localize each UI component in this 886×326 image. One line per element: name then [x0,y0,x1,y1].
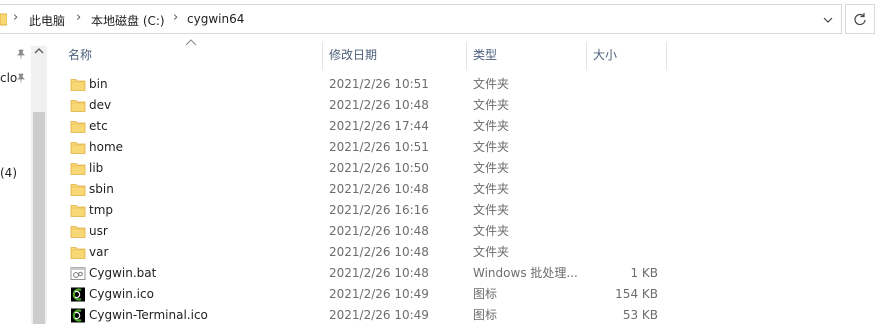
file-row[interactable]: sbin 2021/2/26 10:48 文件夹 [62,179,682,200]
breadcrumb-separator: › [13,10,19,25]
file-type: 文件夹 [473,224,510,238]
file-row[interactable]: lib 2021/2/26 10:50 文件夹 [62,158,682,179]
folder-icon [70,121,86,133]
file-size [588,179,658,200]
file-size: 53 KB [622,308,658,322]
column-header-type[interactable]: 类型 [467,42,585,68]
file-date-modified: 2021/2/26 16:16 [329,203,429,217]
file-name: usr [89,224,108,238]
cygwin-icon [71,287,85,302]
file-type: 文件夹 [473,98,510,112]
file-date-modified: 2021/2/26 10:51 [329,77,429,91]
address-bar[interactable]: › 此电脑 › 本地磁盘 (C:) › cygwin64 [0,4,842,34]
folder-icon [70,100,86,112]
file-size [588,158,658,179]
file-date-modified: 2021/2/26 10:48 [329,266,429,280]
file-row[interactable]: tmp 2021/2/26 16:16 文件夹 [62,200,682,221]
file-name: bin [89,77,108,91]
nav-scrollbar-thumb[interactable] [33,112,45,324]
breadcrumb-separator[interactable]: › [76,10,81,25]
batch-file-icon [70,267,86,280]
file-size [588,200,658,221]
chevron-down-icon[interactable] [820,11,836,29]
nav-item-fragment[interactable]: (4) [0,166,17,180]
file-name: var [89,245,109,259]
folder-icon [70,184,86,196]
folder-icon [70,163,86,175]
file-size [588,116,658,137]
folder-icon [70,205,86,217]
pin-icon[interactable] [16,73,26,83]
file-type: Windows 批处理... [473,266,578,280]
file-name: dev [89,98,112,112]
scroll-up-arrow-icon[interactable] [31,44,47,58]
file-list: bin 2021/2/26 10:51 文件夹 dev 2021/2/26 10:48… [62,74,682,326]
file-row[interactable]: bin 2021/2/26 10:51 文件夹 [62,74,682,95]
nav-item-fragment[interactable]: clo [0,71,17,85]
file-row[interactable]: home 2021/2/26 10:51 文件夹 [62,137,682,158]
file-name: etc [89,119,108,133]
folder-icon [70,142,86,154]
file-row[interactable]: var 2021/2/26 10:48 文件夹 [62,242,682,263]
file-date-modified: 2021/2/26 10:51 [329,140,429,154]
refresh-icon [854,13,866,26]
file-date-modified: 2021/2/26 10:48 [329,224,429,238]
pin-icon[interactable] [16,49,26,59]
file-row[interactable]: Cygwin.bat 2021/2/26 10:48 Windows 批处理... 1… [62,263,682,284]
folder-icon [70,247,86,259]
breadcrumb-item-local-disk[interactable]: 本地磁盘 (C:) [91,12,165,29]
file-size [588,137,658,158]
file-name: Cygwin.ico [89,287,154,301]
file-row[interactable]: etc 2021/2/26 17:44 文件夹 [62,116,682,137]
file-name: home [89,140,124,154]
file-date-modified: 2021/2/26 10:49 [329,287,429,301]
file-type: 图标 [473,287,498,301]
file-row[interactable]: Cygwin.ico 2021/2/26 10:49 图标 154 KB [62,284,682,305]
column-divider[interactable] [666,42,667,70]
file-date-modified: 2021/2/26 17:44 [329,119,429,133]
file-name: Cygwin.bat [89,266,157,280]
file-size [588,74,658,95]
file-size: 1 KB [630,266,658,280]
file-date-modified: 2021/2/26 10:49 [329,308,429,322]
file-date-modified: 2021/2/26 10:48 [329,98,429,112]
file-type: 文件夹 [473,161,510,175]
file-name: Cygwin-Terminal.ico [89,308,208,322]
folder-icon [0,13,7,26]
column-header-date-modified[interactable]: 修改日期 [323,42,465,68]
file-type: 文件夹 [473,119,510,133]
file-date-modified: 2021/2/26 10:50 [329,161,429,175]
file-type: 文件夹 [473,77,510,91]
file-type: 文件夹 [473,140,510,154]
file-date-modified: 2021/2/26 10:48 [329,182,429,196]
cygwin-icon [71,308,85,323]
file-size: 154 KB [615,287,658,301]
file-name: sbin [89,182,114,196]
folder-icon [70,226,86,238]
file-size [588,242,658,263]
refresh-button[interactable] [845,4,875,34]
breadcrumb-item-this-pc[interactable]: 此电脑 [29,12,65,29]
file-type: 文件夹 [473,245,510,259]
file-size [588,95,658,116]
file-type: 文件夹 [473,182,510,196]
breadcrumb-item-cygwin64[interactable]: cygwin64 [187,12,244,26]
file-date-modified: 2021/2/26 10:48 [329,245,429,259]
file-name: tmp [89,203,114,217]
folder-icon [70,79,86,91]
file-row[interactable]: dev 2021/2/26 10:48 文件夹 [62,95,682,116]
column-header-name[interactable]: 名称 [62,42,321,68]
file-type: 文件夹 [473,203,510,217]
file-row[interactable]: Cygwin-Terminal.ico 2021/2/26 10:49 图标 53 K… [62,305,682,326]
breadcrumb-separator[interactable]: › [173,10,178,25]
file-row[interactable]: usr 2021/2/26 10:48 文件夹 [62,221,682,242]
column-header-size[interactable]: 大小 [587,42,665,68]
file-size [588,221,658,242]
file-name: lib [89,161,104,175]
file-type: 图标 [473,308,498,322]
